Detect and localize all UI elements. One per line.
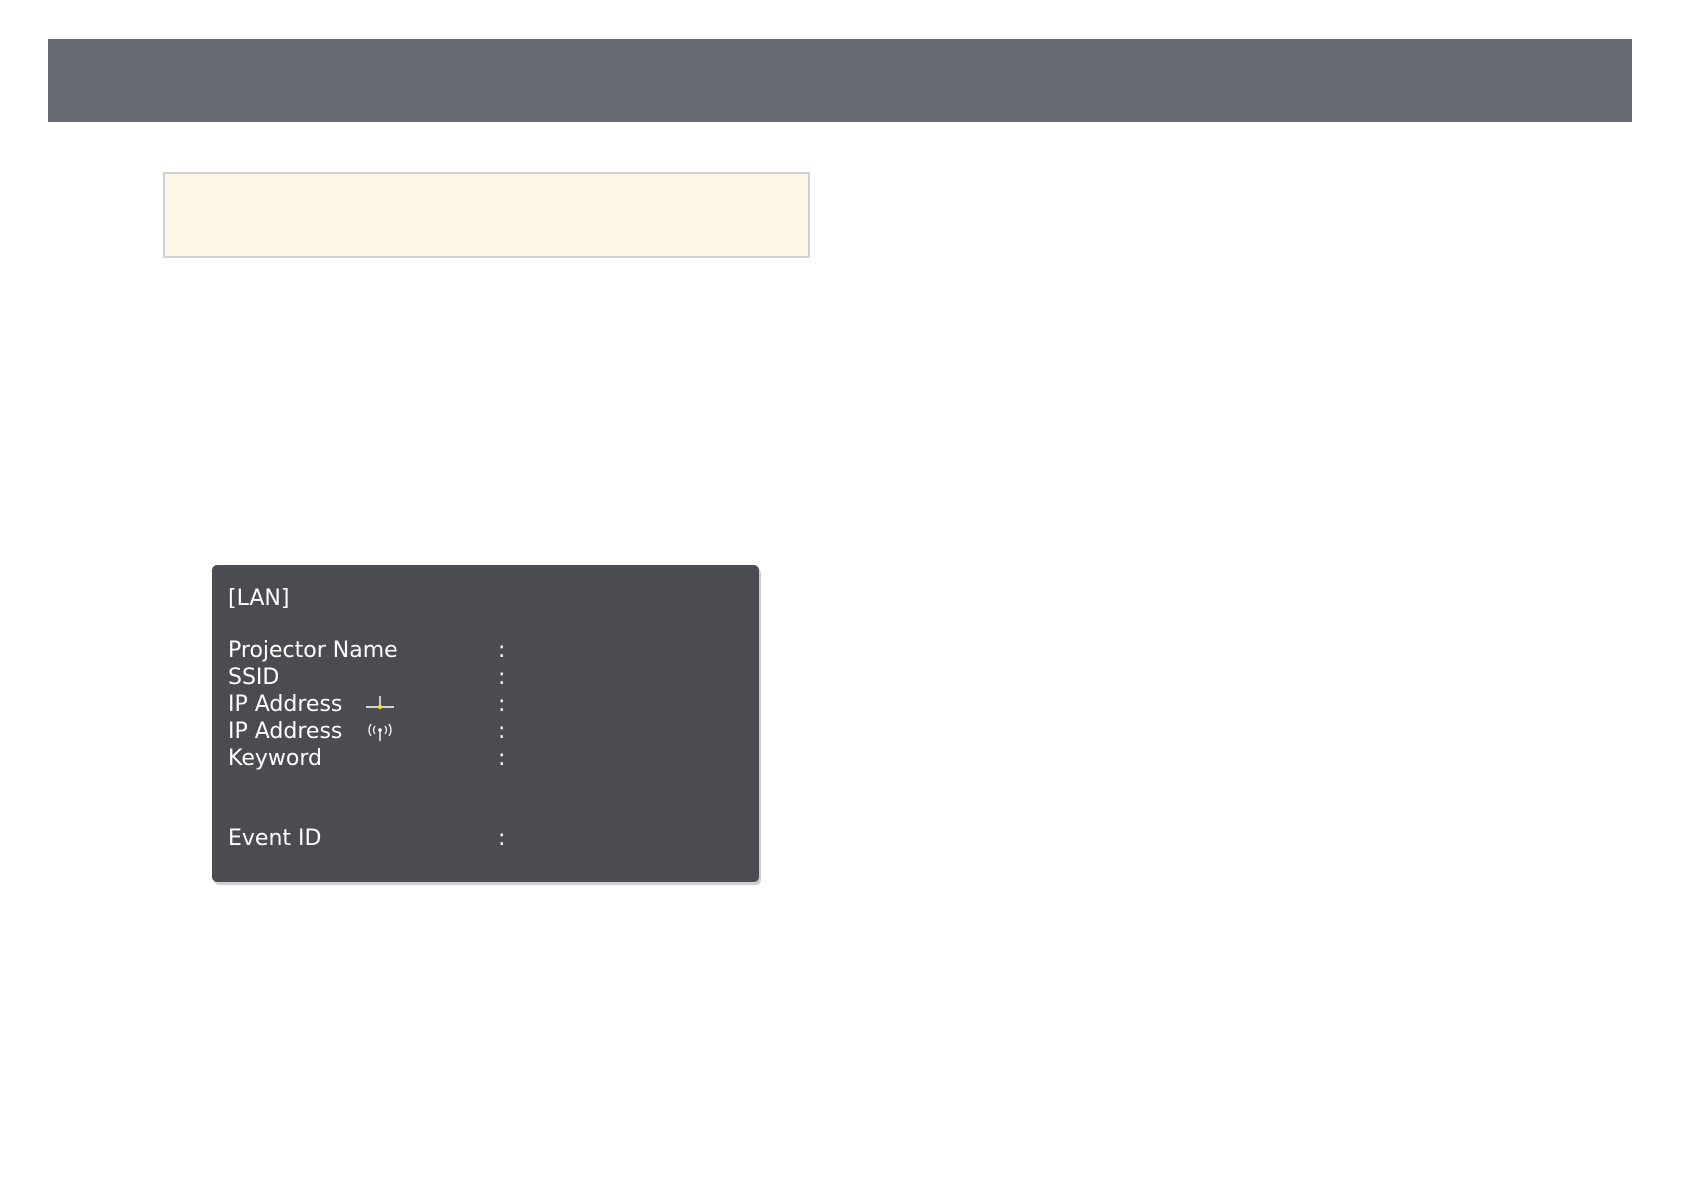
note-box bbox=[163, 172, 810, 258]
ssid-separator: : bbox=[498, 665, 506, 690]
projector-name-separator: : bbox=[498, 638, 506, 663]
keyword-label: Keyword bbox=[228, 746, 322, 771]
lan-screen-title: [LAN] bbox=[228, 586, 290, 611]
ssid-label: SSID bbox=[228, 665, 280, 690]
header-bar bbox=[48, 39, 1632, 122]
ip-address-wireless-row: IP Address : bbox=[228, 719, 749, 745]
keyword-separator: : bbox=[498, 746, 506, 771]
ssid-row: SSID : bbox=[228, 665, 749, 691]
projector-name-row: Projector Name : bbox=[228, 638, 749, 664]
lan-info-screen: [LAN] Projector Name : SSID : IP Address… bbox=[212, 565, 759, 882]
ip-address-wireless-label: IP Address bbox=[228, 719, 343, 744]
ip-address-wired-separator: : bbox=[498, 692, 506, 717]
wireless-lan-icon bbox=[364, 719, 396, 745]
ip-address-wired-label: IP Address bbox=[228, 692, 343, 717]
event-id-label: Event ID bbox=[228, 826, 322, 851]
ip-address-wireless-separator: : bbox=[498, 719, 506, 744]
keyword-row: Keyword : bbox=[228, 746, 749, 772]
ip-address-wired-row: IP Address : bbox=[228, 692, 749, 718]
event-id-row: Event ID : bbox=[228, 826, 749, 852]
event-id-separator: : bbox=[498, 826, 506, 851]
projector-name-label: Projector Name bbox=[228, 638, 398, 663]
wired-lan-icon bbox=[364, 692, 396, 718]
